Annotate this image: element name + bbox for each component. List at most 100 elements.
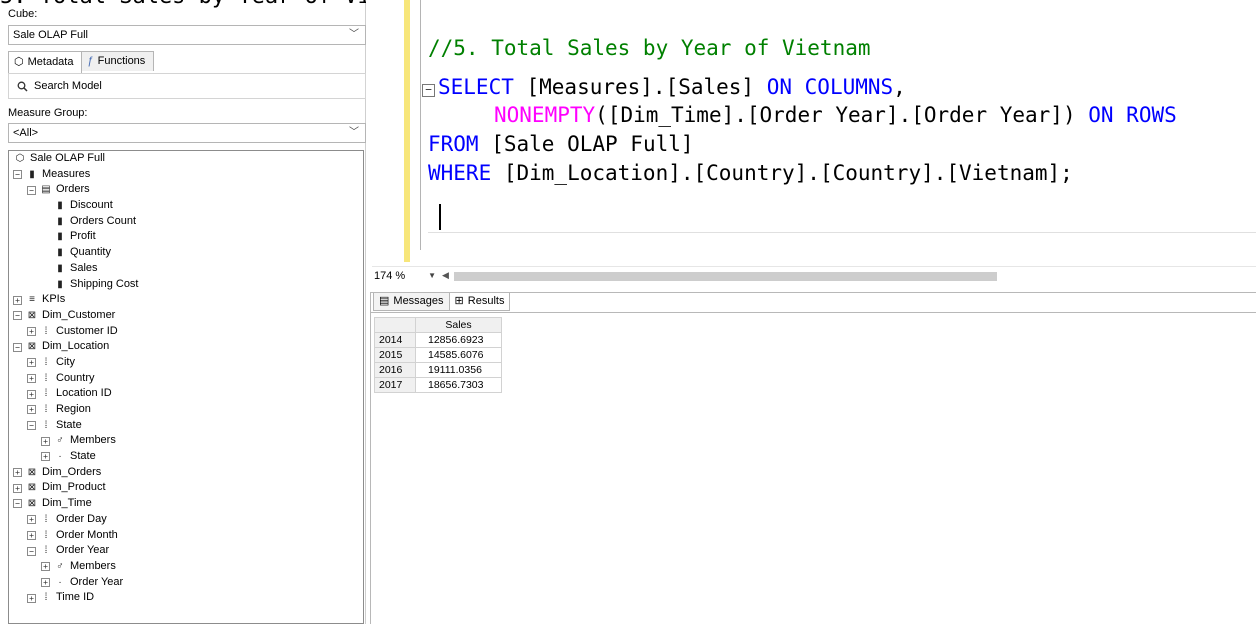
collapse-icon[interactable]: − bbox=[27, 546, 36, 556]
expand-icon[interactable]: + bbox=[27, 389, 36, 399]
tree-node[interactable]: − ⁞ Order Year bbox=[9, 543, 363, 559]
change-margin bbox=[404, 0, 410, 262]
table-row[interactable]: 2016 19111.0356 bbox=[374, 362, 502, 378]
tree-node[interactable]: − ▮ Measures bbox=[9, 167, 363, 183]
chevron-down-icon: ﹀ bbox=[349, 29, 359, 40]
code-text: , bbox=[893, 75, 906, 99]
table-row[interactable]: 2015 14585.6076 bbox=[374, 347, 502, 363]
tree-node[interactable]: + ♂ Members bbox=[9, 433, 363, 449]
tree-node[interactable]: ▮ Profit bbox=[9, 229, 363, 245]
table-row[interactable]: 2017 18656.7303 bbox=[374, 377, 502, 393]
cube-label: Cube: bbox=[8, 8, 38, 20]
function-icon: ƒ bbox=[87, 55, 94, 67]
cell-sales[interactable]: 12856.6923 bbox=[415, 332, 502, 348]
expand-icon[interactable]: + bbox=[13, 468, 22, 478]
table-row[interactable]: 2014 12856.6923 bbox=[374, 332, 502, 348]
hierarchy-icon: ⁞ bbox=[44, 419, 48, 431]
collapse-icon[interactable]: − bbox=[13, 499, 22, 509]
expand-icon[interactable]: + bbox=[27, 326, 36, 336]
cell-sales[interactable]: 14585.6076 bbox=[415, 347, 502, 363]
expand-icon[interactable]: + bbox=[27, 373, 36, 383]
query-editor[interactable]: − //5. Total Sales by Year of Vietnam SE… bbox=[372, 0, 1256, 262]
keyword-on-columns: ON COLUMNS bbox=[766, 75, 894, 99]
tab-functions[interactable]: ƒ Functions bbox=[81, 51, 155, 71]
zoom-dropdown[interactable]: 174 % ▼ bbox=[372, 268, 438, 284]
tree-node[interactable]: + ♂ Members bbox=[9, 559, 363, 575]
tab-messages[interactable]: ▤ Messages bbox=[373, 293, 450, 311]
tree-node[interactable]: − ⊠ Dim_Location bbox=[9, 339, 363, 355]
cell-sales[interactable]: 19111.0356 bbox=[415, 362, 502, 378]
tree-node[interactable]: + ⁞ Time ID bbox=[9, 590, 363, 606]
zoom-value: 174 % bbox=[374, 270, 406, 282]
expand-icon[interactable]: + bbox=[13, 295, 22, 305]
expand-icon[interactable]: + bbox=[41, 452, 50, 462]
row-header-year[interactable]: 2016 bbox=[374, 362, 416, 378]
tree-node-label: Discount bbox=[70, 199, 113, 212]
cube-dropdown[interactable]: Sale OLAP Full ﹀ bbox=[8, 25, 366, 45]
tree-node[interactable]: + · State bbox=[9, 449, 363, 465]
tree-node[interactable]: ▮ Orders Count bbox=[9, 214, 363, 230]
collapse-icon[interactable]: − bbox=[422, 84, 435, 97]
tree-node[interactable]: ▮ Quantity bbox=[9, 245, 363, 261]
tree-node[interactable]: ▮ Discount bbox=[9, 198, 363, 214]
expand-icon[interactable]: + bbox=[27, 593, 36, 603]
expand-icon[interactable]: + bbox=[41, 436, 50, 446]
measure-group-dropdown[interactable]: <All> ﹀ bbox=[8, 123, 366, 143]
tree-node[interactable]: ▮ Sales bbox=[9, 261, 363, 277]
tree-node[interactable]: − ⁞ State bbox=[9, 418, 363, 434]
metadata-tree[interactable]: ⬡ Sale OLAP Full − ▮ Measures − ▤ Orders ▮ Discou… bbox=[8, 150, 364, 624]
tree-node[interactable]: + ⁞ Order Month bbox=[9, 528, 363, 544]
expand-icon[interactable]: + bbox=[27, 515, 36, 525]
tab-results[interactable]: ⊞ Results bbox=[448, 293, 511, 311]
tab-metadata[interactable]: ⬡ Metadata bbox=[8, 51, 83, 73]
column-header-sales[interactable]: Sales bbox=[415, 317, 502, 333]
expand-icon[interactable]: + bbox=[41, 577, 50, 587]
collapse-icon[interactable]: − bbox=[27, 185, 36, 195]
expand-icon[interactable]: + bbox=[27, 405, 36, 415]
expand-icon[interactable]: + bbox=[13, 483, 22, 493]
horizontal-scrollbar-thumb[interactable] bbox=[454, 272, 997, 281]
tree-node[interactable]: − ⊠ Dim_Customer bbox=[9, 308, 363, 324]
hierarchy-icon: ⁞ bbox=[44, 529, 48, 541]
hierarchy-icon: ⁞ bbox=[44, 404, 48, 415]
cell-sales[interactable]: 18656.7303 bbox=[415, 377, 502, 393]
code-line-5: WHERE [Dim_Location].[Country].[Country]… bbox=[428, 159, 1073, 187]
expand-icon[interactable]: + bbox=[41, 562, 50, 572]
tree-node[interactable]: + ⊠ Dim_Orders bbox=[9, 465, 363, 481]
row-header-year[interactable]: 2014 bbox=[374, 332, 416, 348]
tree-node[interactable]: ⬡ Sale OLAP Full bbox=[9, 151, 363, 167]
collapse-icon[interactable]: − bbox=[13, 311, 22, 321]
tree-node[interactable]: + ⁞ Order Day bbox=[9, 512, 363, 528]
grid-corner[interactable] bbox=[374, 317, 416, 333]
tree-node[interactable]: + ⁞ City bbox=[9, 355, 363, 371]
messages-icon: ▤ bbox=[379, 295, 390, 307]
row-header-year[interactable]: 2017 bbox=[374, 377, 416, 393]
expand-icon[interactable]: + bbox=[27, 358, 36, 368]
tree-node[interactable]: + ⁞ Location ID bbox=[9, 386, 363, 402]
code-line-2: SELECT [Measures].[Sales] ON COLUMNS, bbox=[438, 73, 906, 101]
search-model-label: Search Model bbox=[34, 80, 102, 92]
editor-divider bbox=[428, 232, 1256, 233]
tree-node[interactable]: − ⊠ Dim_Time bbox=[9, 496, 363, 512]
tree-node[interactable]: + ⁞ Region bbox=[9, 402, 363, 418]
text-caret bbox=[439, 204, 441, 230]
tree-node[interactable]: − ▤ Orders bbox=[9, 182, 363, 198]
expand-icon[interactable]: + bbox=[27, 530, 36, 540]
measure-icon: ▮ bbox=[57, 247, 63, 259]
tree-node[interactable]: + ⁞ Country bbox=[9, 371, 363, 387]
tree-node[interactable]: ▮ Shipping Cost bbox=[9, 277, 363, 293]
collapse-icon[interactable]: − bbox=[13, 342, 22, 352]
collapse-icon[interactable]: − bbox=[27, 421, 36, 431]
collapse-icon[interactable]: − bbox=[13, 170, 22, 180]
scroll-left-icon[interactable]: ◀ bbox=[442, 270, 449, 281]
tree-node[interactable]: + ⁞ Customer ID bbox=[9, 324, 363, 340]
tree-node[interactable]: + ≡ KPIs bbox=[9, 292, 363, 308]
row-header-year[interactable]: 2015 bbox=[374, 347, 416, 363]
search-model-button[interactable]: Search Model bbox=[8, 73, 366, 99]
tree-node-label: Members bbox=[70, 434, 116, 447]
results-pane: ▤ Messages ⊞ Results Sales 2014 12856.692… bbox=[370, 292, 1256, 624]
tree-node[interactable]: + ⊠ Dim_Product bbox=[9, 480, 363, 496]
tree-node[interactable]: + · Order Year bbox=[9, 575, 363, 591]
